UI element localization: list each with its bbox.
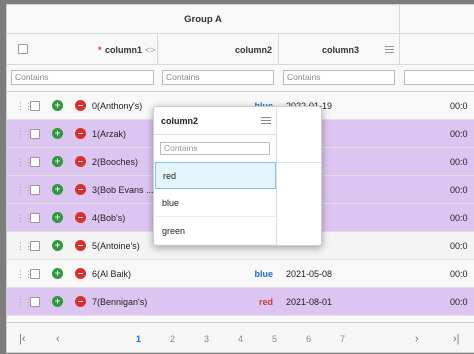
page-button[interactable]: 4: [238, 323, 243, 352]
column2-filter-popup: column2 Contains red blue green: [153, 106, 322, 246]
popup-menu-icon[interactable]: [261, 117, 271, 125]
column4-cell: 00:0: [450, 101, 468, 111]
page-button[interactable]: 1: [136, 323, 141, 352]
delete-row-icon[interactable]: –: [75, 296, 86, 307]
column3-cell: 2021-08-01: [286, 297, 333, 307]
row-checkbox[interactable]: [30, 241, 40, 251]
column1-cell: 4(Bob's): [92, 213, 126, 223]
delete-row-icon[interactable]: –: [75, 100, 86, 111]
column1-cell: 5(Antoine's): [92, 241, 140, 251]
page-button[interactable]: 3: [204, 323, 209, 352]
row-checkbox[interactable]: [30, 157, 40, 167]
column4-cell: 00:0: [450, 129, 468, 139]
row-checkbox[interactable]: [30, 101, 40, 111]
header-column3[interactable]: column3: [279, 34, 400, 65]
column4-cell: 00:0: [450, 213, 468, 223]
page-button[interactable]: 5: [272, 323, 277, 352]
first-page-icon[interactable]: |‹: [19, 323, 26, 352]
add-row-icon[interactable]: +: [52, 156, 63, 167]
column3-filter-input[interactable]: Contains: [283, 70, 395, 85]
table-row[interactable]: ⋮⋮ + –6(Al Baik) blue 2021-05-08 00:0: [7, 260, 474, 288]
delete-row-icon[interactable]: –: [75, 268, 86, 279]
column2-label: column2: [234, 44, 272, 55]
column4-filter-input[interactable]: [404, 70, 474, 85]
required-marker: *: [98, 44, 102, 55]
delete-row-icon[interactable]: –: [75, 212, 86, 223]
column3-label: column3: [322, 44, 360, 55]
popup-option-green[interactable]: green: [155, 218, 276, 245]
column1-cell: 7(Bennigan's): [92, 297, 148, 307]
table-row[interactable]: ⋮⋮ + –7(Bennigan's) red 2021-08-01 00:0: [7, 288, 474, 316]
column2-cell: red: [258, 297, 273, 307]
popup-divider-vertical: [276, 107, 277, 245]
page-button[interactable]: 2: [170, 323, 175, 352]
column4-cell: 00:0: [450, 157, 468, 167]
column4-cell: 00:0: [450, 269, 468, 279]
filter-row: Contains Contains Contains: [7, 65, 474, 92]
last-page-icon[interactable]: ›|: [453, 323, 460, 352]
column4-cell: 00:0: [450, 241, 468, 251]
column1-cell: 6(Al Baik): [92, 269, 132, 279]
select-all-checkbox[interactable]: [18, 44, 28, 54]
column3-cell: 2021-05-08: [286, 269, 333, 279]
column4-cell: 00:0: [450, 297, 468, 307]
add-row-icon[interactable]: +: [52, 296, 63, 307]
row-checkbox[interactable]: [30, 269, 40, 279]
row-checkbox[interactable]: [30, 185, 40, 195]
sort-icon[interactable]: <>: [145, 45, 156, 55]
row-checkbox[interactable]: [30, 129, 40, 139]
delete-row-icon[interactable]: –: [75, 128, 86, 139]
column1-cell: 3(Bob Evans ...: [92, 185, 154, 195]
popup-title: column2: [154, 107, 276, 135]
header-column1[interactable]: * column1 <>: [7, 34, 158, 65]
page-button[interactable]: 6: [306, 323, 311, 352]
add-row-icon[interactable]: +: [52, 240, 63, 251]
header-column2[interactable]: column2: [158, 34, 279, 65]
column1-cell: 2(Booches): [92, 157, 139, 167]
column4-cell: 00:0: [450, 185, 468, 195]
group-header-row: Group A: [7, 5, 474, 34]
row-checkbox[interactable]: [30, 213, 40, 223]
column1-cell: 1(Arzak): [92, 129, 127, 139]
popup-option-blue[interactable]: blue: [155, 190, 276, 217]
delete-row-icon[interactable]: –: [75, 184, 86, 195]
add-row-icon[interactable]: +: [52, 100, 63, 111]
popup-option-red[interactable]: red: [155, 162, 276, 189]
page-button[interactable]: 7: [340, 323, 345, 352]
column2-filter-input[interactable]: Contains: [162, 70, 274, 85]
column1-filter-input[interactable]: Contains: [11, 70, 154, 85]
delete-row-icon[interactable]: –: [75, 156, 86, 167]
next-page-icon[interactable]: ›: [415, 323, 419, 352]
add-row-icon[interactable]: +: [52, 212, 63, 223]
column2-cell: blue: [254, 269, 273, 279]
add-row-icon[interactable]: +: [52, 184, 63, 195]
add-row-icon[interactable]: +: [52, 128, 63, 139]
row-checkbox[interactable]: [30, 297, 40, 307]
prev-page-icon[interactable]: ‹: [56, 323, 60, 352]
column-menu-icon[interactable]: [385, 46, 394, 53]
column1-label: column1: [105, 44, 143, 55]
pagination-bar: |‹ ‹ 1234567 › ›|: [7, 322, 474, 352]
popup-filter-input[interactable]: Contains: [160, 142, 270, 155]
column1-cell: 0(Anthony's): [92, 101, 143, 111]
add-row-icon[interactable]: +: [52, 268, 63, 279]
delete-row-icon[interactable]: –: [75, 240, 86, 251]
column-header-row: * column1 <> column2 column3: [7, 34, 474, 65]
group-header-a: Group A: [7, 5, 400, 34]
